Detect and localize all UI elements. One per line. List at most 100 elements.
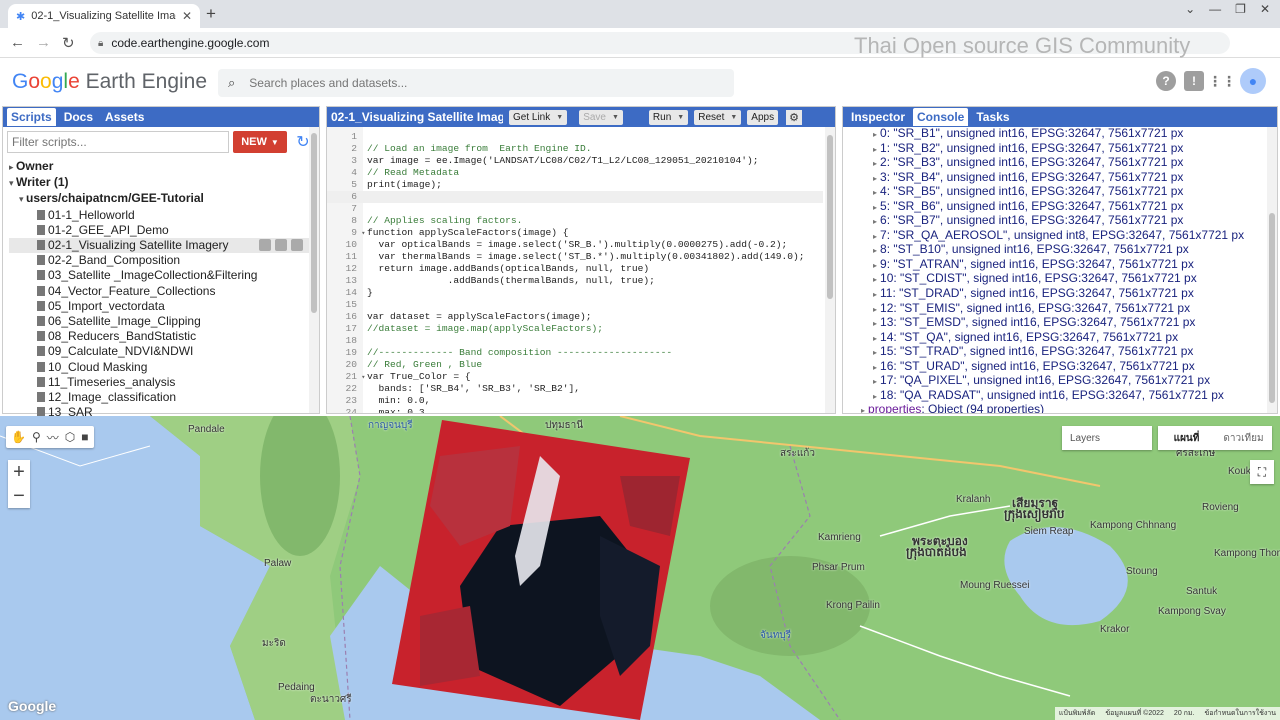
tab-tasks[interactable]: Tasks (972, 108, 1013, 126)
avatar[interactable]: ● (1240, 68, 1266, 94)
new-script-button[interactable]: NEW ▼ (233, 131, 287, 153)
band-entry[interactable]: ▸ 8: "ST_B10", unsigned int16, EPSG:32647… (873, 243, 1277, 258)
band-entry[interactable]: ▸ 17: "QA_PIXEL", unsigned int16, EPSG:32… (873, 374, 1277, 389)
forward-icon[interactable]: → (36, 34, 51, 51)
band-entry[interactable]: ▸ 4: "SR_B5", unsigned int16, EPSG:32647,… (873, 184, 1277, 200)
code-line[interactable]: 15 (327, 299, 823, 311)
band-entry[interactable]: ▸ 14: "ST_QA", signed int16, EPSG:32647, … (873, 330, 1277, 346)
back-icon[interactable]: ← (10, 34, 25, 51)
tab-scripts[interactable]: Scripts (7, 108, 56, 126)
marker-icon[interactable]: ⚲ (32, 430, 41, 444)
new-tab-icon[interactable]: + (206, 4, 216, 24)
history-icon[interactable] (259, 239, 271, 252)
code-line[interactable]: 8 // Applies scaling factors. (327, 215, 823, 227)
restore-icon[interactable]: ❐ (1235, 2, 1246, 16)
scripts-scrollbar[interactable] (309, 127, 319, 413)
expand-icon[interactable]: ▸ (873, 217, 877, 226)
gear-icon[interactable]: ⚙ (786, 109, 803, 125)
pan-hand-icon[interactable]: ✋ (11, 430, 26, 444)
map-type-satellite[interactable]: ดาวเทียม (1215, 426, 1272, 450)
apps-button[interactable]: Apps (747, 109, 779, 125)
code-line[interactable]: 24 max: 0.3, (327, 407, 823, 413)
code-line[interactable]: 17 //dataset = image.map(applyScaleFactor… (327, 323, 823, 335)
code-line[interactable]: 7 (327, 203, 823, 215)
expand-icon[interactable]: ▸ (873, 363, 877, 372)
code-line[interactable]: 14} (327, 287, 823, 299)
expand-icon[interactable]: ▸ (873, 305, 877, 314)
script-item[interactable]: 01-1_Helloworld (9, 208, 319, 223)
expand-icon[interactable]: ▸ (873, 188, 877, 197)
search-box[interactable]: ⌕ (218, 69, 734, 97)
expand-icon[interactable]: ▸ (873, 290, 877, 299)
fullscreen-icon[interactable]: ⛶ (1250, 460, 1274, 484)
tab-assets[interactable]: Assets (101, 108, 148, 126)
code-line[interactable]: 4 // Read Metadata (327, 167, 823, 179)
code-area[interactable]: 1 2 // Load an image from Earth Engine ID.… (327, 127, 835, 413)
expand-icon[interactable]: ▸ (873, 130, 877, 139)
tree-group[interactable]: ▾ users/chaipatncm/GEE-Tutorial (9, 191, 319, 207)
band-entry[interactable]: ▸ 18: "QA_RADSAT", unsigned int16, EPSG:3… (873, 388, 1277, 404)
feedback-icon[interactable]: ! (1184, 71, 1204, 91)
zoom-out-button[interactable]: − (8, 484, 30, 508)
expand-icon[interactable]: ▸ (873, 377, 877, 386)
expand-icon[interactable]: ▸ (873, 203, 877, 212)
map-view[interactable]: Pandaleกาญจนบุรีปทุมธานีสระแก้วSurinศรีส… (0, 416, 1280, 720)
band-entry[interactable]: ▸ 12: "ST_EMIS", signed int16, EPSG:32647… (873, 301, 1277, 317)
script-item[interactable]: 05_Import_vectordata (9, 299, 319, 314)
search-input[interactable] (249, 76, 690, 90)
script-item[interactable]: 06_Satellite_Image_Clipping (9, 314, 319, 329)
layers-button[interactable]: Layers (1062, 426, 1152, 450)
tab-inspector[interactable]: Inspector (847, 108, 909, 126)
polygon-draw-icon[interactable]: ⬡ (65, 430, 75, 444)
band-entry[interactable]: ▸ 7: "SR_QA_AEROSOL", unsigned int8, EPSG… (873, 228, 1277, 244)
delete-icon[interactable] (291, 239, 303, 252)
expand-icon[interactable]: ▸ (861, 406, 865, 413)
properties-entry[interactable]: ▸ properties: Object (94 properties) (861, 403, 1277, 413)
code-line[interactable]: 23 min: 0.0, (327, 395, 823, 407)
tree-group[interactable]: ▾ Writer (1) (9, 175, 319, 191)
band-entry[interactable]: ▸ 9: "ST_ATRAN", signed int16, EPSG:32647… (873, 257, 1277, 273)
band-entry[interactable]: ▸ 13: "ST_EMSD", signed int16, EPSG:32647… (873, 315, 1277, 331)
script-item[interactable]: 12_Image_classification (9, 390, 319, 405)
expand-icon[interactable]: ▸ (873, 246, 877, 255)
run-button[interactable]: Run ▼ (648, 109, 689, 125)
band-entry[interactable]: ▸ 6: "SR_B7", unsigned int16, EPSG:32647,… (873, 214, 1277, 229)
code-line[interactable]: 6 (327, 191, 823, 203)
tree-group[interactable]: ▸ Owner (9, 159, 319, 175)
code-line[interactable]: 10 var opticalBands = image.select('SR_B… (327, 239, 823, 251)
reload-icon[interactable]: ↻ (62, 34, 75, 52)
help-icon[interactable]: ? (1156, 71, 1176, 91)
earth-engine-logo[interactable]: Google Earth Engine (12, 70, 207, 94)
editor-scrollbar[interactable] (825, 127, 835, 413)
expand-icon[interactable]: ▸ (873, 174, 877, 183)
code-line[interactable]: 11 var thermalBands = image.select('ST_B… (327, 251, 823, 263)
chevron-right-icon[interactable]: ▸ (9, 162, 16, 172)
code-line[interactable]: 12 return image.addBands(opticalBands, n… (327, 263, 823, 275)
code-line[interactable]: 19 //------------- Band composition -----… (327, 347, 823, 359)
zoom-in-button[interactable]: + (8, 460, 30, 484)
browser-tab[interactable]: ✱ 02-1_Visualizing Satellite Imagery - ✕ (8, 4, 200, 28)
band-entry[interactable]: ▸ 15: "ST_TRAD", signed int16, EPSG:32647… (873, 344, 1277, 360)
expand-icon[interactable]: ▸ (873, 392, 877, 401)
code-line[interactable]: 18 (327, 335, 823, 347)
code-line[interactable]: 3 var image = ee.Image('LANDSAT/LC08/C02/… (327, 155, 823, 167)
band-entry[interactable]: ▸ 3: "SR_B4", unsigned int16, EPSG:32647,… (873, 170, 1277, 186)
script-item[interactable]: 02-1_Visualizing Satellite Imagery (9, 238, 319, 254)
script-item[interactable]: 09_Calculate_NDVI&NDWI (9, 344, 319, 359)
code-line[interactable]: 13 .addBands(thermalBands, null, true); (327, 275, 823, 287)
chevron-down-icon[interactable]: ⌄ (1185, 2, 1195, 16)
script-item[interactable]: 03_Satellite _ImageCollection&Filtering (9, 268, 319, 283)
script-item[interactable]: 11_Timeseries_analysis (9, 375, 319, 390)
code-line[interactable]: 5 print(image); (327, 179, 823, 191)
expand-icon[interactable]: ▸ (873, 145, 877, 154)
band-entry[interactable]: ▸ 10: "ST_CDIST", signed int16, EPSG:3264… (873, 272, 1277, 287)
expand-icon[interactable]: ▸ (873, 319, 877, 328)
band-entry[interactable]: ▸ 0: "SR_B1", unsigned int16, EPSG:32647,… (873, 127, 1277, 142)
code-line[interactable]: 16 var dataset = applyScaleFactors(image)… (327, 311, 823, 323)
script-item[interactable]: 10_Cloud Masking (9, 360, 319, 375)
code-line[interactable]: 22 bands: ['SR_B4', 'SR_B3', 'SR_B2'], (327, 383, 823, 395)
band-entry[interactable]: ▸ 2: "SR_B3", unsigned int16, EPSG:32647,… (873, 155, 1277, 171)
script-item[interactable]: 08_Reducers_BandStatistic (9, 329, 319, 344)
band-entry[interactable]: ▸ 16: "ST_URAD", signed int16, EPSG:32647… (873, 359, 1277, 375)
get-link-button[interactable]: Get Link ▼ (509, 109, 568, 125)
